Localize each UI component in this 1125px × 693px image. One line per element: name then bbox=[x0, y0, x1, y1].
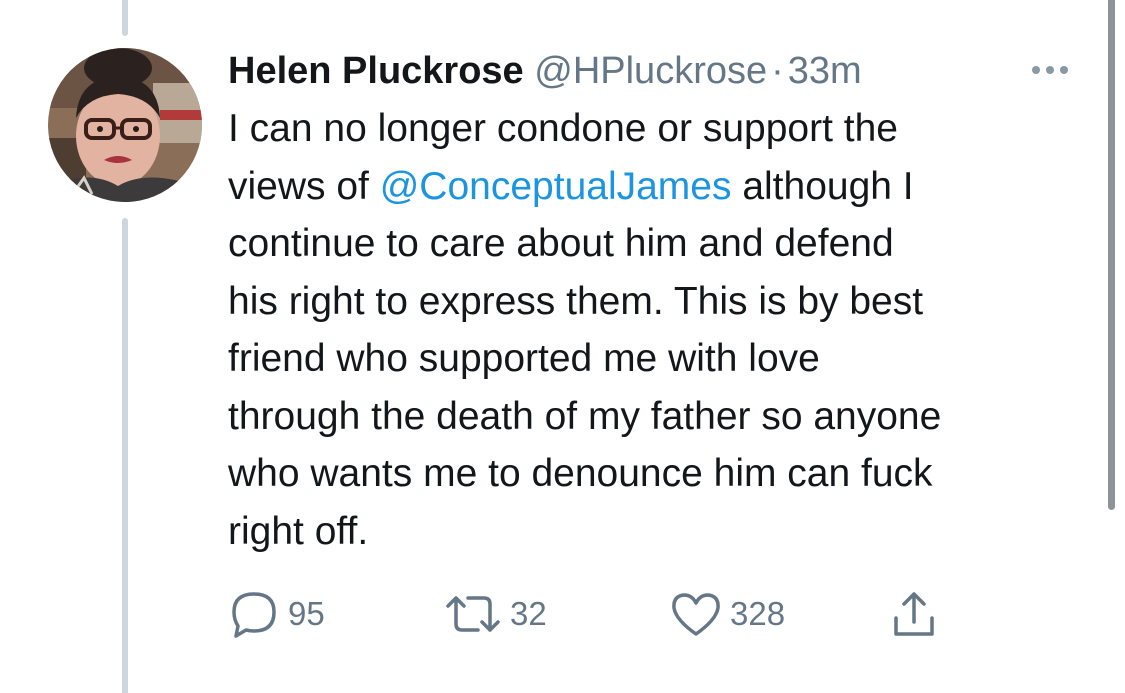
heart-icon bbox=[672, 593, 720, 636]
reply-icon bbox=[232, 592, 276, 638]
avatar-image bbox=[48, 48, 202, 202]
share-icon bbox=[894, 592, 934, 636]
avatar[interactable] bbox=[48, 48, 202, 202]
reply-count: 95 bbox=[288, 595, 325, 632]
user-handle[interactable]: @HPluckrose bbox=[534, 50, 767, 92]
tweet-text-line: continue to care about him and defend bbox=[228, 222, 894, 265]
retweet-count: 32 bbox=[510, 595, 547, 632]
like-count: 328 bbox=[730, 595, 786, 632]
thread-line-bottom bbox=[122, 218, 128, 693]
tweet-text-line: through the death of my father so anyone bbox=[228, 394, 942, 438]
retweet-button[interactable]: 32 bbox=[444, 584, 547, 644]
tweet-text-line: I can no longer condone or support the bbox=[228, 107, 898, 150]
share-button[interactable] bbox=[888, 584, 940, 644]
reply-button[interactable]: 95 bbox=[228, 584, 325, 644]
tweet-text-line: friend who supported me with love bbox=[228, 337, 820, 380]
like-button[interactable]: 328 bbox=[670, 584, 785, 644]
tweet-text-line: his right to express them. This is by be… bbox=[228, 279, 924, 323]
scrollbar[interactable] bbox=[1108, 0, 1115, 510]
timestamp[interactable]: 33m bbox=[788, 50, 862, 92]
separator-dot: · bbox=[771, 50, 784, 92]
retweet-icon bbox=[446, 596, 500, 632]
tweet-text-line: who wants me to denounce him can fuck bbox=[228, 452, 933, 495]
display-name[interactable]: Helen Pluckrose bbox=[228, 50, 524, 92]
tweet-text-line: views of @ConceptualJames although I bbox=[228, 164, 914, 208]
more-horizontal-icon[interactable] bbox=[1026, 60, 1074, 80]
tweet-header: Helen Pluckrose @HPluckrose · 33m bbox=[228, 46, 862, 96]
tweet-text: I can no longer condone or support the v… bbox=[228, 100, 1098, 560]
mention-link[interactable]: @ConceptualJames bbox=[380, 165, 732, 208]
tweet-text-line: right off. bbox=[228, 509, 369, 553]
thread-line-top bbox=[122, 0, 128, 36]
